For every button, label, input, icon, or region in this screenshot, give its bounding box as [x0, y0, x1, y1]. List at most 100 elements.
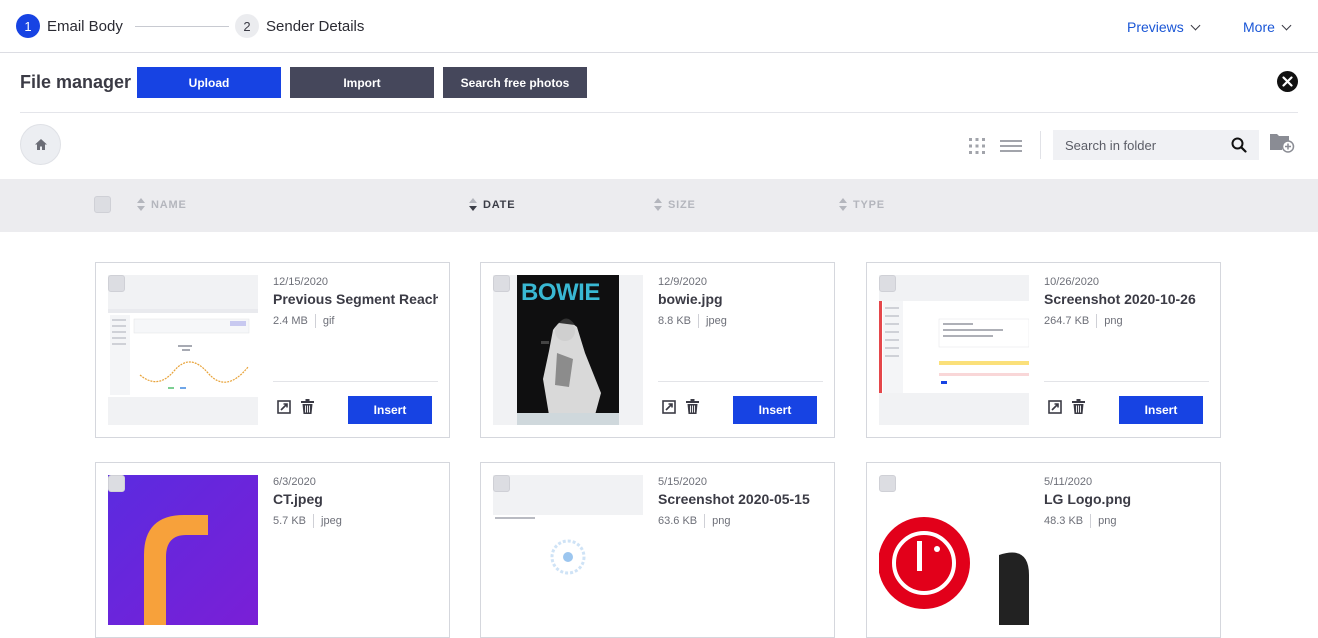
column-size[interactable]: SIZE: [654, 198, 696, 211]
select-all-checkbox[interactable]: [94, 196, 111, 213]
sort-icon: [469, 198, 477, 211]
edit-icon[interactable]: [1048, 400, 1062, 414]
file-card[interactable]: 12/15/2020 Previous Segment Reach 2.4 MB…: [95, 262, 450, 438]
file-size: 48.3 KB: [1044, 515, 1084, 527]
file-meta: 8.8 KB jpeg: [658, 314, 727, 328]
meta-divider: [314, 314, 316, 328]
file-thumbnail: [493, 475, 643, 625]
step-email-body[interactable]: 1 Email Body: [16, 14, 123, 38]
file-checkbox[interactable]: [108, 275, 125, 292]
column-name-label: NAME: [151, 198, 187, 211]
more-dropdown[interactable]: More: [1243, 19, 1292, 35]
close-button[interactable]: [1277, 71, 1298, 92]
card-divider: [658, 381, 823, 382]
page-title: File manager: [20, 72, 132, 92]
card-divider: [1044, 381, 1209, 382]
file-name: Screenshot 2020-10-26: [1044, 291, 1196, 307]
list-view-icon[interactable]: [1000, 138, 1022, 154]
file-type: png: [712, 515, 731, 527]
trash-icon[interactable]: [301, 399, 314, 414]
toolbar-divider: [1040, 131, 1041, 159]
insert-button[interactable]: Insert: [1119, 396, 1203, 424]
previews-label: Previews: [1127, 19, 1184, 35]
search-icon[interactable]: [1231, 137, 1247, 153]
search-box: [1053, 130, 1259, 160]
file-meta: 48.3 KB png: [1044, 514, 1117, 528]
new-folder-icon[interactable]: [1269, 131, 1295, 153]
sort-icon: [137, 198, 145, 211]
insert-button[interactable]: Insert: [733, 396, 817, 424]
file-manager-bar: File manager Upload Import Search free p…: [20, 53, 1298, 113]
file-card[interactable]: BOWIE 12/9/2020 bowie.jpg 8.8 KB jpeg In…: [480, 262, 835, 438]
file-meta: 264.7 KB png: [1044, 314, 1123, 328]
file-name: bowie.jpg: [658, 291, 723, 307]
file-meta: 2.4 MB gif: [273, 314, 334, 328]
file-date: 6/3/2020: [273, 476, 316, 488]
step-number: 1: [16, 14, 40, 38]
file-date: 12/9/2020: [658, 276, 707, 288]
more-label: More: [1243, 19, 1275, 35]
column-header: NAME DATE SIZE TYPE: [0, 179, 1318, 232]
file-card[interactable]: 6/3/2020 CT.jpeg 5.7 KB jpeg: [95, 462, 450, 638]
home-icon: [34, 139, 47, 150]
file-type: png: [1098, 515, 1117, 527]
home-button[interactable]: [20, 124, 61, 165]
column-type-label: TYPE: [853, 198, 885, 211]
file-size: 5.7 KB: [273, 515, 307, 527]
column-size-label: SIZE: [668, 198, 696, 211]
file-checkbox[interactable]: [493, 475, 510, 492]
file-type: png: [1104, 315, 1123, 327]
file-checkbox[interactable]: [879, 275, 896, 292]
file-date: 5/11/2020: [1044, 476, 1093, 488]
chevron-down-icon: [1281, 20, 1292, 30]
file-card[interactable]: 10/26/2020 Screenshot 2020-10-26 264.7 K…: [866, 262, 1221, 438]
step-label: Email Body: [47, 17, 123, 35]
file-thumbnail: [879, 275, 1029, 425]
column-date[interactable]: DATE: [469, 198, 515, 211]
import-button[interactable]: Import: [290, 67, 434, 98]
edit-icon[interactable]: [662, 400, 676, 414]
file-card[interactable]: 5/11/2020 LG Logo.png 48.3 KB png: [866, 462, 1221, 638]
file-thumbnail: [108, 275, 258, 425]
previews-dropdown[interactable]: Previews: [1127, 19, 1201, 35]
meta-divider: [704, 514, 706, 528]
file-card[interactable]: 5/15/2020 Screenshot 2020-05-15 63.6 KB …: [480, 462, 835, 638]
file-meta: 5.7 KB jpeg: [273, 514, 342, 528]
file-name: Previous Segment Reach: [273, 291, 438, 307]
trash-icon[interactable]: [1072, 399, 1085, 414]
file-type: gif: [322, 315, 335, 327]
search-free-photos-button[interactable]: Search free photos: [443, 67, 587, 98]
step-sender-details[interactable]: 2 Sender Details: [235, 14, 364, 38]
card-divider: [273, 381, 438, 382]
stepper-header: 1 Email Body 2 Sender Details Previews M…: [0, 0, 1318, 53]
insert-button[interactable]: Insert: [348, 396, 432, 424]
file-date: 5/15/2020: [658, 476, 707, 488]
column-name[interactable]: NAME: [137, 198, 187, 211]
file-name: Screenshot 2020-05-15: [658, 491, 810, 507]
grid-view-icon[interactable]: [969, 138, 985, 154]
chevron-down-icon: [1190, 20, 1201, 30]
edit-icon[interactable]: [277, 400, 291, 414]
column-type[interactable]: TYPE: [839, 198, 885, 211]
search-input[interactable]: [1053, 137, 1223, 153]
file-size: 264.7 KB: [1044, 315, 1090, 327]
file-checkbox[interactable]: [108, 475, 125, 492]
file-thumbnail: [108, 475, 258, 625]
file-checkbox[interactable]: [493, 275, 510, 292]
sort-icon: [839, 198, 847, 211]
file-size: 8.8 KB: [658, 315, 692, 327]
upload-button[interactable]: Upload: [137, 67, 281, 98]
bowie-title-text: BOWIE: [521, 279, 600, 306]
file-type: jpeg: [321, 515, 342, 527]
meta-divider: [313, 514, 315, 528]
sort-icon: [654, 198, 662, 211]
file-size: 2.4 MB: [273, 315, 308, 327]
step-number: 2: [235, 14, 259, 38]
trash-icon[interactable]: [686, 399, 699, 414]
step-connector: [135, 26, 229, 27]
step-label: Sender Details: [266, 17, 365, 35]
file-size: 63.6 KB: [658, 515, 698, 527]
file-checkbox[interactable]: [879, 475, 896, 492]
file-date: 10/26/2020: [1044, 276, 1100, 288]
file-date: 12/15/2020: [273, 276, 329, 288]
